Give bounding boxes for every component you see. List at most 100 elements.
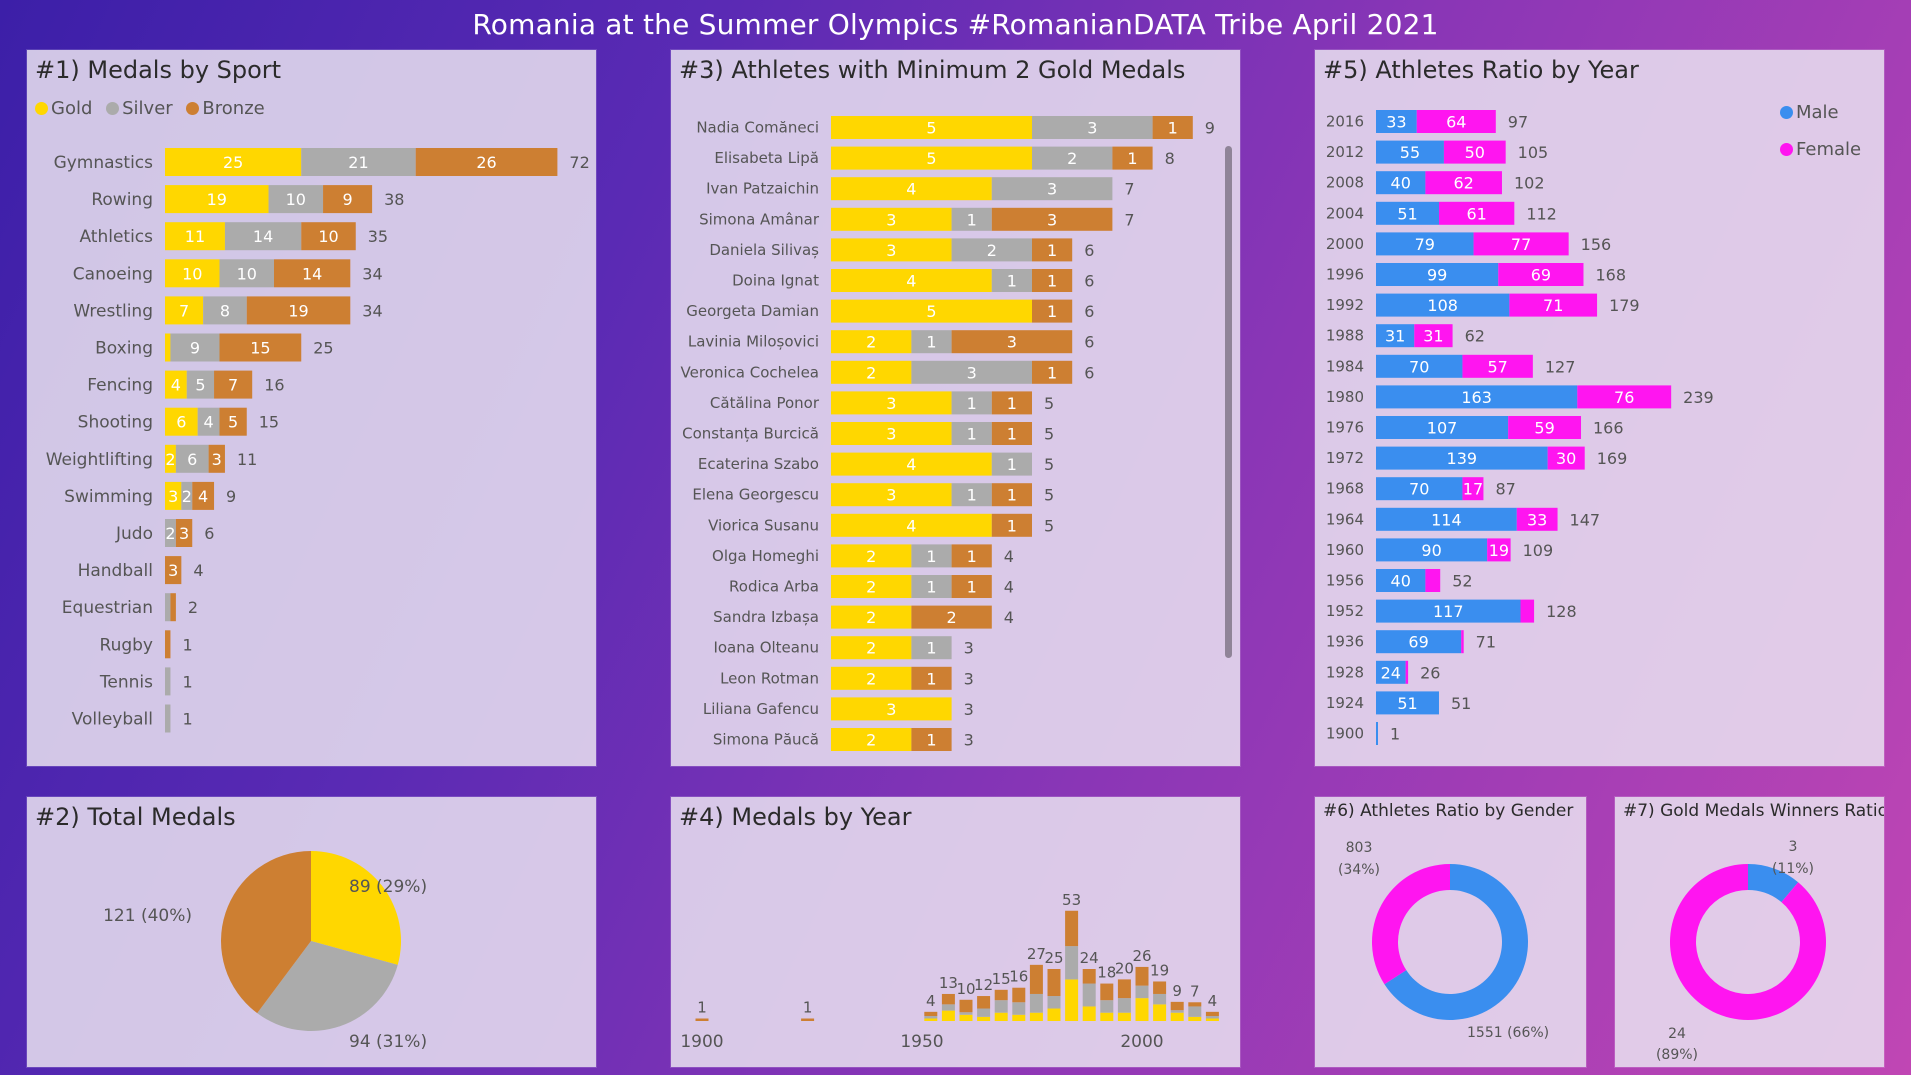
category-label: Swimming — [64, 487, 153, 507]
total-label: 38 — [384, 190, 404, 209]
panel-total-medals[interactable]: #2) Total Medals 89 (29%) 94 (31%) 121 (40… — [27, 797, 596, 1067]
panel-athletes-ratio-by-year[interactable]: #5) Athletes Ratio by Year Male Female 2… — [1315, 50, 1884, 766]
total-label: 4 — [1004, 578, 1014, 597]
scroll-thumb[interactable] — [1225, 146, 1232, 658]
segment-label: 1 — [967, 578, 977, 597]
segment-label: 50 — [1465, 143, 1485, 162]
total-label: 1 — [697, 999, 707, 1017]
total-label: 12 — [974, 976, 993, 994]
category-label: Volleyball — [72, 710, 153, 730]
segment-label: 3 — [886, 425, 896, 444]
category-label: Rugby — [100, 635, 153, 655]
total-label: 1 — [182, 672, 192, 691]
panel-medals-by-sport[interactable]: #1) Medals by Sport Gold Silver Bronze G… — [27, 50, 596, 766]
bar-bronze — [994, 989, 1008, 1001]
athlete-name: Veronica Cochelea — [681, 363, 819, 381]
segment-label: 2 — [866, 578, 876, 597]
year-label: 1952 — [1326, 602, 1364, 620]
athlete-name: Simona Păucă — [713, 731, 819, 749]
segment-label: 77 — [1511, 235, 1531, 254]
segment-label: 69 — [1531, 266, 1551, 285]
bar-gold — [994, 1012, 1008, 1021]
total-label: 9 — [226, 487, 236, 506]
segment-label: 1 — [926, 669, 936, 688]
pie-label: 89 (29%) — [349, 877, 427, 897]
x-tick-label: 1900 — [680, 1032, 723, 1052]
bar-gold — [1135, 998, 1149, 1021]
segment-label: 3 — [886, 241, 896, 260]
segment-label: 19 — [288, 301, 308, 320]
total-label: 4 — [193, 561, 203, 580]
segment-label: 1 — [967, 486, 977, 505]
segment-label: 4 — [906, 272, 916, 291]
bar-bronze — [695, 1018, 709, 1021]
segment-label: 5 — [195, 376, 205, 395]
segment-label: 1 — [1007, 486, 1017, 505]
segment-label: 11 — [185, 227, 205, 246]
year-label: 1984 — [1326, 357, 1364, 375]
bar-female — [1461, 630, 1464, 654]
year-label: 1976 — [1326, 419, 1364, 437]
athletes-gold-chart[interactable]: Nadia Comăneci 5 3 1 9Elisabeta Lipă 5 2 1 8Ivan… — [671, 50, 1240, 766]
segment-label: 26 — [476, 153, 496, 172]
segment-label: 114 — [1431, 510, 1462, 529]
bar-gold — [1117, 1012, 1131, 1021]
category-label: Rowing — [91, 190, 153, 210]
bar-gold — [165, 333, 171, 362]
segment-label: 1 — [926, 639, 936, 658]
segment-label: 4 — [906, 180, 916, 199]
bar-silver — [1135, 985, 1149, 999]
year-label: 2004 — [1326, 204, 1364, 222]
panel-athletes-min-2-gold[interactable]: #3) Athletes with Minimum 2 Gold Medals … — [671, 50, 1240, 766]
athlete-name: Sandra Izbașa — [713, 608, 819, 626]
athlete-name: Lavinia Miloșovici — [688, 333, 819, 351]
medals-by-sport-chart[interactable]: Gymnastics 25 21 26 72Rowing 19 10 9 38Athletics… — [27, 50, 596, 766]
total-label: 5 — [1044, 455, 1054, 474]
pie-label: 121 (40%) — [103, 906, 192, 926]
segment-label: 1 — [967, 425, 977, 444]
segment-label: 40 — [1391, 174, 1411, 193]
bar-bronze — [1082, 969, 1096, 984]
total-label: 6 — [1084, 241, 1094, 260]
gold-winners-donut[interactable]: 3 (11%) 24 (89%) — [1615, 797, 1884, 1067]
segment-label: 76 — [1614, 388, 1634, 407]
athlete-name: Ioana Olteanu — [713, 639, 819, 657]
segment-label: 2 — [182, 487, 192, 506]
gender-ratio-donut[interactable]: 1551 (66%) 803 (34%) — [1315, 797, 1586, 1067]
segment-label: 30 — [1556, 449, 1576, 468]
segment-label: 4 — [906, 455, 916, 474]
segment-label: 3 — [168, 487, 178, 506]
total-label: 4 — [926, 992, 936, 1010]
athlete-name: Olga Homeghi — [712, 547, 819, 565]
total-label: 6 — [1084, 333, 1094, 352]
segment-label: 139 — [1447, 449, 1478, 468]
athlete-name: Daniela Silivaș — [709, 241, 819, 259]
total-label: 9 — [1205, 119, 1215, 138]
total-label: 1 — [182, 710, 192, 729]
segment-label: 62 — [1454, 174, 1474, 193]
athlete-name: Constanța Burcică — [682, 425, 819, 443]
segment-label: 14 — [253, 227, 273, 246]
segment-label: 3 — [967, 363, 977, 382]
total-medals-pie[interactable]: 89 (29%) 94 (31%) 121 (40%) — [27, 797, 596, 1067]
segment-label: 3 — [1047, 210, 1057, 229]
athletes-ratio-by-year-chart[interactable]: 2016 33 64 97 2012 55 50 105 2008 40 62 102 2004 51 61… — [1315, 50, 1884, 766]
panel-medals-by-year[interactable]: #4) Medals by Year 1900 1950 2000 1 1 4 13 10 12… — [671, 797, 1240, 1067]
segment-label: 10 — [182, 264, 202, 283]
year-label: 1928 — [1326, 663, 1364, 681]
vertical-scrollbar[interactable] — [1225, 146, 1232, 658]
total-label: 34 — [362, 301, 382, 320]
segment-label: 64 — [1446, 113, 1466, 132]
bar-silver — [1065, 946, 1079, 980]
athlete-name: Nadia Comăneci — [696, 119, 819, 137]
bar-gold — [1205, 1018, 1219, 1021]
medals-by-year-chart[interactable]: 1900 1950 20001 1 41310121516272553241820261… — [671, 797, 1240, 1067]
panel-athletes-ratio-by-gender[interactable]: #6) Athletes Ratio by Gender 1551 (66%) 8… — [1315, 797, 1586, 1067]
segment-label: 1 — [1047, 363, 1057, 382]
total-label: 34 — [362, 264, 382, 283]
segment-label: 2 — [866, 608, 876, 627]
panel-gold-winners-ratio[interactable]: #7) Gold Medals Winners Ratio 3 (11%) 24 (8… — [1615, 797, 1884, 1067]
donut-label-female-value: 803 — [1346, 840, 1373, 856]
total-label: 19 — [1150, 961, 1169, 979]
bar-silver — [1117, 998, 1131, 1013]
